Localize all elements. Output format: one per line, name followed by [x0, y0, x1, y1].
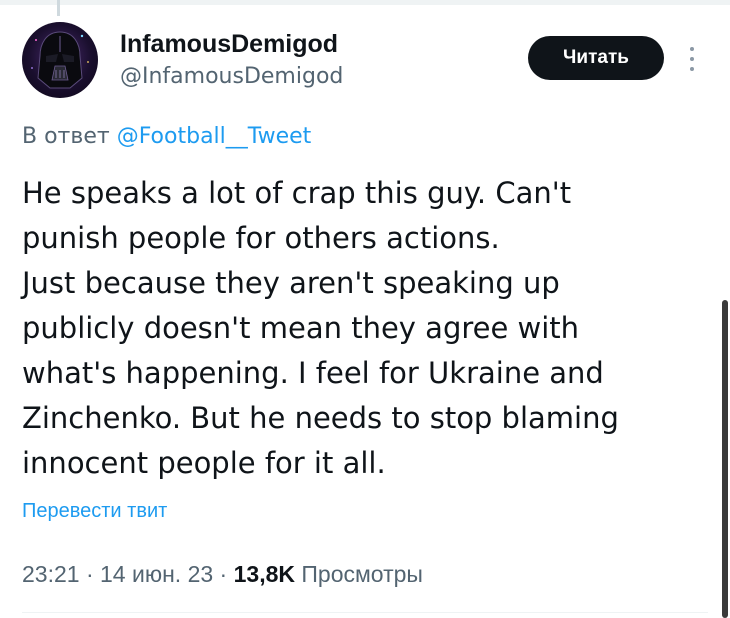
avatar[interactable] [22, 22, 98, 98]
top-divider [0, 0, 730, 5]
bottom-divider [22, 612, 708, 613]
more-options-icon[interactable] [686, 44, 698, 74]
tweet-time[interactable]: 23:21 [22, 561, 80, 587]
scrollbar[interactable] [722, 300, 728, 618]
tweet-text-line: what's happening. I feel for Ukraine and [22, 356, 604, 390]
tweet-text-line: Zinchenko. But he needs to stop blaming [22, 401, 619, 435]
tweet-text-line: Just because they aren't speaking up [22, 266, 560, 300]
views-count: 13,8K [233, 561, 295, 587]
thread-connector-line [57, 0, 60, 16]
translate-tweet-link[interactable]: Перевести твит [22, 500, 167, 523]
reply-context: В ответ @Football__Tweet [22, 124, 311, 149]
author-handle[interactable]: @InfamousDemigod [120, 64, 343, 89]
tweet-text-line: publicly doesn't mean they agree with [22, 311, 580, 345]
tweet-meta: 23:21 · 14 июн. 23 · 13,8K Просмотры [22, 561, 423, 588]
tweet-text-line: He speaks a lot of crap this guy. Can't [22, 176, 572, 210]
darth-vader-avatar-icon [31, 31, 89, 89]
tweet-text-line: punish people for others actions. [22, 221, 500, 255]
views-label: Просмотры [301, 561, 423, 587]
author-display-name[interactable]: InfamousDemigod [120, 30, 338, 59]
meta-separator: · [219, 561, 228, 587]
tweet-text: He speaks a lot of crap this guy. Can't … [22, 171, 702, 486]
tweet-date[interactable]: 14 июн. 23 [100, 561, 213, 587]
reply-mention-link[interactable]: @Football__Tweet [117, 124, 312, 149]
meta-separator: · [85, 561, 94, 587]
reply-prefix: В ответ [22, 124, 110, 149]
tweet-text-line: innocent people for it all. [22, 446, 386, 480]
follow-button[interactable]: Читать [528, 36, 664, 80]
